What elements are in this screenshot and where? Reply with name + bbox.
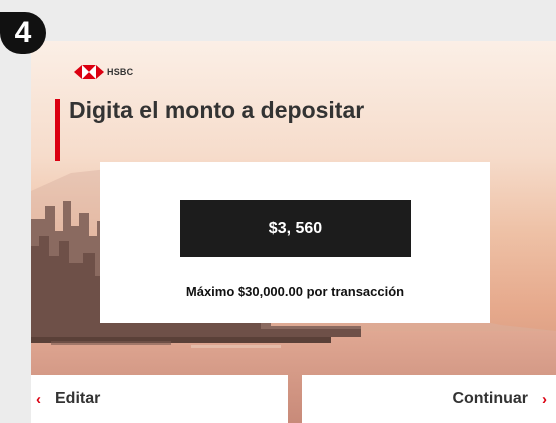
hsbc-logo-text: HSBC	[107, 67, 134, 77]
hsbc-hexagon-icon	[74, 65, 104, 79]
page-title: Digita el monto a depositar	[69, 97, 365, 123]
amount-input[interactable]: $3, 560	[180, 200, 411, 257]
amount-card: $3, 560 Máximo $30,000.00 por transacció…	[100, 162, 490, 323]
hsbc-logo: HSBC	[74, 65, 133, 79]
edit-button[interactable]: ‹ Editar	[31, 375, 288, 423]
chevron-left-icon: ‹	[36, 390, 41, 408]
edit-button-label: Editar	[55, 390, 101, 407]
deposit-amount-screen: HSBC Digita el monto a depositar $3, 560…	[31, 41, 556, 423]
continue-button[interactable]: Continuar ›	[302, 375, 556, 423]
max-amount-note: Máximo $30,000.00 por transacción	[185, 284, 405, 299]
chevron-right-icon: ›	[542, 390, 547, 408]
title-accent-bar	[55, 99, 60, 161]
step-number-badge: 4	[0, 12, 46, 54]
continue-button-label: Continuar	[452, 390, 528, 407]
